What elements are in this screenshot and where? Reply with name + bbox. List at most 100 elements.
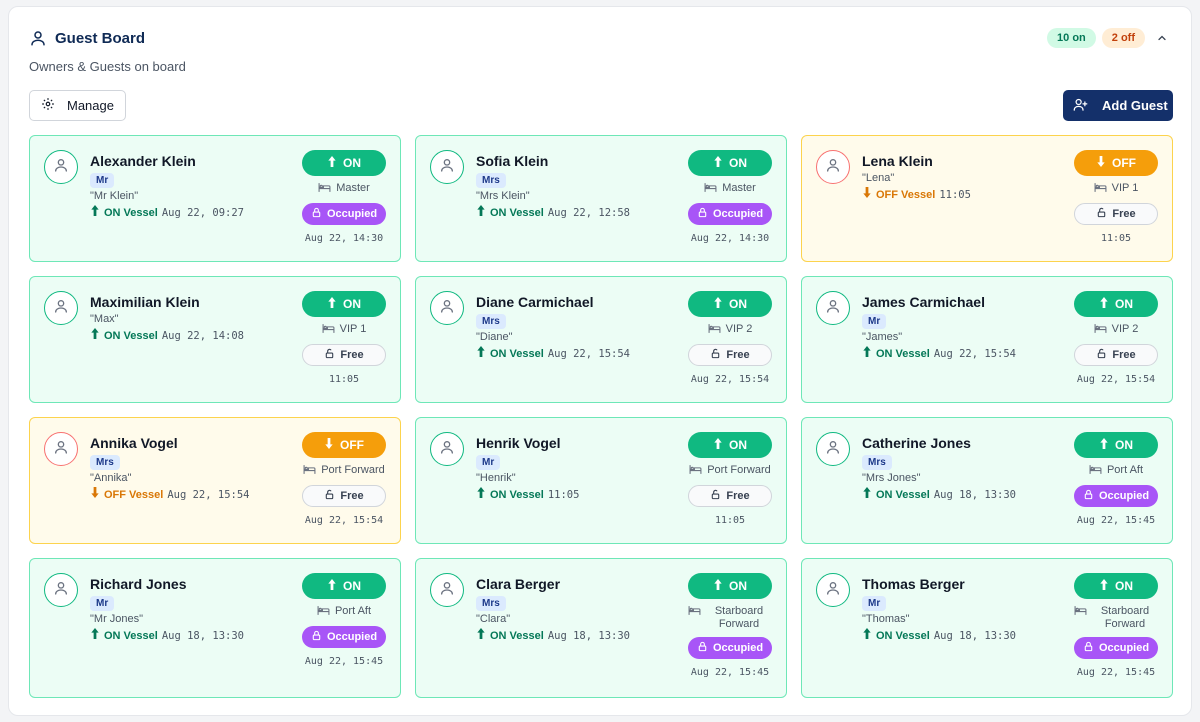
onboard-toggle-button[interactable]: ON bbox=[1074, 291, 1158, 317]
onboard-toggle-button[interactable]: ON bbox=[688, 150, 772, 176]
guest-card[interactable]: Alexander Klein Mr "Mr Klein" ON Vessel … bbox=[29, 135, 401, 262]
arrow-up-icon bbox=[90, 205, 100, 220]
guest-actions: ON Port Forward Free 11:05 bbox=[688, 432, 772, 526]
guest-name: Richard Jones bbox=[90, 576, 187, 592]
vessel-status-time: Aug 22, 15:54 bbox=[547, 347, 631, 360]
guest-info: Alexander Klein Mr "Mr Klein" ON Vessel … bbox=[90, 152, 290, 220]
arrow-up-icon bbox=[327, 156, 337, 170]
title-badge: Mr bbox=[476, 455, 501, 470]
vessel-status: ON Vessel Aug 22, 12:58 bbox=[476, 205, 676, 220]
avatar bbox=[44, 150, 78, 184]
vessel-status: ON Vessel Aug 18, 13:30 bbox=[862, 628, 1062, 643]
guest-card[interactable]: Henrik Vogel Mr "Henrik" ON Vessel 11:05… bbox=[415, 417, 787, 544]
guest-card[interactable]: Diane Carmichael Mrs "Diane" ON Vessel A… bbox=[415, 276, 787, 403]
cabin-assignment: Starboard Forward bbox=[1074, 605, 1158, 631]
add-guest-label: Add Guest bbox=[1102, 98, 1168, 113]
add-guest-button[interactable]: Add Guest bbox=[1063, 90, 1173, 121]
onboard-toggle-button[interactable]: ON bbox=[1074, 573, 1158, 599]
guest-card[interactable]: Annika Vogel Mrs "Annika" OFF Vessel Aug… bbox=[29, 417, 401, 544]
guest-info: Sofia Klein Mrs "Mrs Klein" ON Vessel Au… bbox=[476, 152, 676, 220]
cabin-status-button[interactable]: Free bbox=[302, 485, 386, 507]
arrow-down-icon bbox=[90, 487, 100, 502]
guest-card[interactable]: Maximilian Klein "Max" ON Vessel Aug 22,… bbox=[29, 276, 401, 403]
cabin-name: Master bbox=[336, 182, 370, 194]
arrow-up-icon bbox=[476, 628, 486, 643]
onboard-toggle-button[interactable]: ON bbox=[688, 291, 772, 317]
chevron-up-icon[interactable] bbox=[1151, 27, 1173, 49]
cabin-name: VIP 1 bbox=[339, 323, 367, 335]
guest-info: Diane Carmichael Mrs "Diane" ON Vessel A… bbox=[476, 293, 676, 361]
cabin-status-button[interactable]: Free bbox=[1074, 344, 1158, 366]
onboard-toggle-button[interactable]: ON bbox=[302, 573, 386, 599]
guest-card[interactable]: Lena Klein "Lena" OFF Vessel 11:05 OFF V… bbox=[801, 135, 1173, 262]
vessel-status-time: Aug 18, 13:30 bbox=[933, 488, 1017, 501]
cabin-status-button[interactable]: Occupied bbox=[688, 203, 772, 225]
user-icon bbox=[439, 580, 455, 601]
vessel-status: ON Vessel Aug 18, 13:30 bbox=[862, 487, 1062, 502]
vessel-status-label: ON Vessel bbox=[104, 629, 158, 642]
guest-info: Catherine Jones Mrs "Mrs Jones" ON Vesse… bbox=[862, 434, 1062, 502]
bed-icon bbox=[689, 464, 702, 479]
page-title: Guest Board bbox=[55, 29, 146, 47]
onboard-toggle-button[interactable]: OFF bbox=[1074, 150, 1158, 176]
title-badge: Mrs bbox=[862, 455, 892, 470]
cabin-status-button[interactable]: Occupied bbox=[302, 203, 386, 225]
guest-name: Thomas Berger bbox=[862, 576, 965, 592]
cabin-assignment: VIP 1 bbox=[322, 323, 367, 338]
cabin-name: Starboard Forward bbox=[1100, 605, 1150, 630]
cabin-status-label: Occupied bbox=[712, 208, 764, 220]
onboard-status-label: ON bbox=[729, 156, 747, 170]
onboard-toggle-button[interactable]: OFF bbox=[302, 432, 386, 458]
cabin-status-button[interactable]: Free bbox=[1074, 203, 1158, 225]
onboard-toggle-button[interactable]: ON bbox=[302, 150, 386, 176]
manage-button[interactable]: Manage bbox=[29, 90, 126, 121]
guest-actions: OFF Port Forward Free Aug 22, 15:54 bbox=[302, 432, 386, 526]
lock-icon bbox=[1083, 489, 1094, 503]
title-row: Mrs bbox=[476, 170, 676, 188]
guest-card[interactable]: Thomas Berger Mr "Thomas" ON Vessel Aug … bbox=[801, 558, 1173, 698]
cabin-status-button[interactable]: Occupied bbox=[1074, 485, 1158, 507]
vessel-status-label: ON Vessel bbox=[104, 329, 158, 342]
last-updated-time: 11:05 bbox=[328, 374, 360, 385]
title-badge: Mr bbox=[862, 314, 887, 329]
vessel-status-label: OFF Vessel bbox=[876, 188, 936, 201]
guest-name: Lena Klein bbox=[862, 153, 933, 169]
cabin-status-label: Free bbox=[340, 490, 364, 502]
guest-card[interactable]: James Carmichael Mr "James" ON Vessel Au… bbox=[801, 276, 1173, 403]
vessel-status-time: Aug 18, 13:30 bbox=[161, 629, 245, 642]
title-row: Mr bbox=[90, 593, 290, 611]
onboard-status-label: ON bbox=[729, 579, 747, 593]
guest-actions: ON Master Occupied Aug 22, 14:30 bbox=[688, 150, 772, 244]
cabin-status-button[interactable]: Occupied bbox=[688, 637, 772, 659]
cabin-name: VIP 1 bbox=[1111, 182, 1139, 194]
bed-icon bbox=[708, 323, 721, 338]
title-row: Mr bbox=[862, 311, 1062, 329]
arrow-down-icon bbox=[324, 438, 334, 452]
cabin-status-button[interactable]: Free bbox=[688, 485, 772, 507]
off-count-badge: 2 off bbox=[1101, 28, 1145, 48]
title-badge: Mrs bbox=[90, 455, 120, 470]
guest-card[interactable]: Catherine Jones Mrs "Mrs Jones" ON Vesse… bbox=[801, 417, 1173, 544]
cabin-status-button[interactable]: Occupied bbox=[302, 626, 386, 648]
guest-info: Richard Jones Mr "Mr Jones" ON Vessel Au… bbox=[90, 575, 290, 643]
guest-nickname: "Thomas" bbox=[862, 613, 910, 625]
arrow-down-icon bbox=[1096, 156, 1106, 170]
cabin-assignment: Port Forward bbox=[689, 464, 771, 479]
cabin-status-button[interactable]: Free bbox=[302, 344, 386, 366]
onboard-status-label: ON bbox=[343, 156, 361, 170]
onboard-status-label: ON bbox=[343, 579, 361, 593]
onboard-status-label: ON bbox=[343, 297, 361, 311]
title-row: Mrs bbox=[476, 311, 676, 329]
guest-card[interactable]: Clara Berger Mrs "Clara" ON Vessel Aug 1… bbox=[415, 558, 787, 698]
onboard-toggle-button[interactable]: ON bbox=[688, 432, 772, 458]
guest-name: Maximilian Klein bbox=[90, 294, 200, 310]
cabin-status-button[interactable]: Occupied bbox=[1074, 637, 1158, 659]
onboard-toggle-button[interactable]: ON bbox=[688, 573, 772, 599]
guest-card[interactable]: Richard Jones Mr "Mr Jones" ON Vessel Au… bbox=[29, 558, 401, 698]
guest-card[interactable]: Sofia Klein Mrs "Mrs Klein" ON Vessel Au… bbox=[415, 135, 787, 262]
title-badge: Mr bbox=[90, 596, 115, 611]
lock-icon bbox=[697, 207, 708, 221]
cabin-status-button[interactable]: Free bbox=[688, 344, 772, 366]
onboard-toggle-button[interactable]: ON bbox=[302, 291, 386, 317]
onboard-toggle-button[interactable]: ON bbox=[1074, 432, 1158, 458]
